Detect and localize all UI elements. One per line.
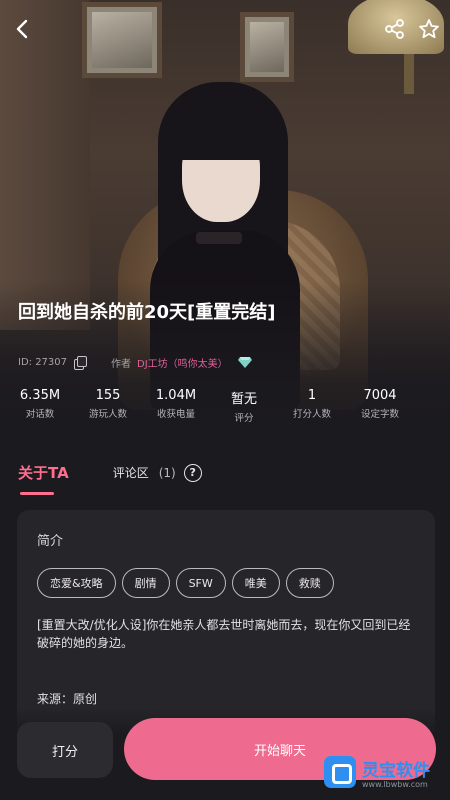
- help-icon[interactable]: ?: [183, 463, 202, 482]
- watermark: 灵宝软件 www.lbwbw.com: [324, 752, 430, 792]
- stat-energy: 1.04M 收获电量: [142, 388, 210, 424]
- author-name[interactable]: DJ工坊（鸣你太美）: [137, 355, 228, 370]
- stat-players: 155 游玩人数: [74, 388, 142, 424]
- chevron-left-icon: [16, 19, 28, 39]
- intro-source: 来源：原创: [37, 692, 98, 706]
- rate-button[interactable]: 打分: [17, 722, 113, 778]
- stat-raters: 1 打分人数: [278, 388, 346, 424]
- tag-chip[interactable]: SFW: [175, 568, 226, 598]
- share-icon: [385, 19, 404, 39]
- stat-label: 设定字数: [360, 409, 399, 420]
- story-id: ID: 27307: [18, 356, 68, 368]
- tag-chip[interactable]: 救赎: [285, 568, 334, 598]
- intro-description: [重置大改/优化人设]你在她亲人都去世时离她而去，现在你又回到已经破碎的她的身边…: [37, 618, 411, 650]
- tag-list: 恋爱&攻略 剧情 SFW 唯美 救赎: [37, 568, 340, 598]
- diamond-badge-icon: [237, 357, 252, 368]
- cover-illustration: [0, 0, 450, 440]
- tab-comments-label: 评论区: [112, 466, 149, 480]
- stat-dialogues: 6.35M 对话数: [6, 388, 74, 424]
- stats-row: 6.35M 对话数 155 游玩人数 1.04M 收获电量 暂无 评分 1 打分…: [0, 388, 450, 424]
- stat-word-count: 7004 设定字数: [346, 388, 414, 424]
- stat-value: 155: [95, 388, 121, 403]
- watermark-text: 灵宝软件 www.lbwbw.com: [362, 756, 430, 789]
- intro-heading: 简介: [37, 534, 64, 549]
- tab-about[interactable]: 关于TA: [18, 462, 69, 495]
- tab-about-label: 关于TA: [18, 464, 69, 482]
- stat-value: 1.04M: [155, 388, 197, 403]
- tag-chip[interactable]: 恋爱&攻略: [37, 568, 116, 598]
- stat-label: 游玩人数: [88, 409, 127, 420]
- tag-chip[interactable]: 剧情: [121, 568, 170, 598]
- top-bar: [0, 14, 450, 46]
- back-button[interactable]: [8, 14, 38, 44]
- stat-value: 暂无: [230, 392, 257, 407]
- stat-value: 6.35M: [19, 388, 61, 403]
- stat-label: 收获电量: [156, 409, 195, 420]
- author-label: 作者: [111, 358, 132, 370]
- watermark-url: www.lbwbw.com: [362, 779, 428, 789]
- lamp-stem: [404, 54, 414, 94]
- character-collar: [196, 232, 242, 244]
- stat-value: 1: [307, 388, 317, 403]
- detail-tabs: 关于TA 评论区 (1) ?: [18, 462, 202, 495]
- favorite-button[interactable]: [414, 14, 444, 44]
- watermark-logo-icon: [324, 756, 356, 788]
- watermark-name: 灵宝软件: [362, 760, 430, 781]
- stat-label: 评分: [234, 413, 254, 424]
- story-meta: ID: 27307 作者 DJ工坊（鸣你太美）: [18, 353, 252, 371]
- stat-rating: 暂无 评分: [210, 388, 278, 424]
- star-outline-icon: [419, 19, 439, 39]
- active-tab-indicator: [20, 492, 54, 495]
- stat-value: 7004: [363, 388, 397, 403]
- stat-label: 打分人数: [292, 409, 331, 420]
- story-title: 回到她自杀的前20天[重置完结]: [18, 302, 276, 323]
- tab-comments[interactable]: 评论区 (1) ?: [112, 463, 202, 482]
- share-button[interactable]: [380, 14, 410, 44]
- stat-label: 对话数: [25, 409, 55, 420]
- tag-chip[interactable]: 唯美: [231, 568, 280, 598]
- copy-icon[interactable]: [73, 355, 88, 370]
- comments-count: (1): [158, 465, 176, 480]
